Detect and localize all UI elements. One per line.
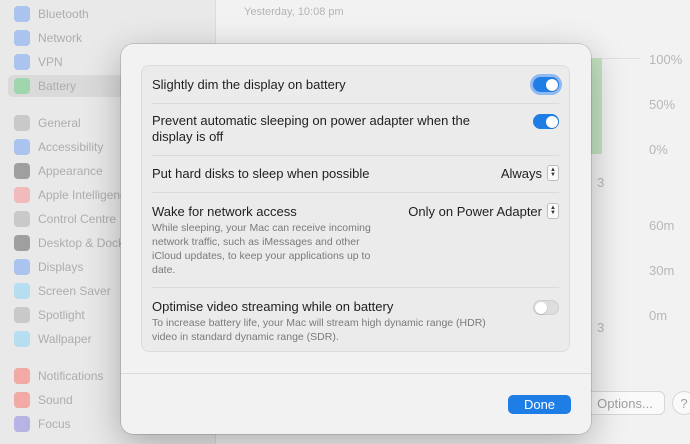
chevron-up-down-icon: ▲ ▼ [547, 165, 559, 181]
toggle-knob [545, 115, 558, 128]
footer-divider [121, 373, 591, 374]
video-streaming-label: Optimise video streaming while on batter… [152, 299, 394, 314]
hard-disks-label: Put hard disks to sleep when possible [152, 166, 370, 181]
divider [152, 155, 559, 156]
hard-disks-popup-value: Always [500, 165, 542, 181]
row-hard-disks: Put hard disks to sleep when possible Al… [152, 165, 559, 183]
settings-group: Slightly dim the display on battery Prev… [141, 65, 570, 352]
wake-network-popup[interactable]: Only on Power Adapter ▲ ▼ [408, 203, 559, 219]
divider [152, 287, 559, 288]
wake-network-popup-value: Only on Power Adapter [408, 203, 542, 219]
divider [152, 192, 559, 193]
prevent-sleep-label: Prevent automatic sleeping on power adap… [152, 113, 470, 144]
toggle-knob [545, 78, 558, 91]
toggle-knob [534, 301, 547, 314]
video-streaming-toggle[interactable] [533, 300, 559, 315]
video-streaming-description: To increase battery life, your Mac will … [152, 317, 486, 343]
chevron-up-down-icon: ▲ ▼ [547, 203, 559, 219]
prevent-sleep-toggle[interactable] [533, 114, 559, 129]
wake-network-label: Wake for network access [152, 204, 297, 219]
dim-display-toggle[interactable] [533, 77, 559, 92]
row-video-streaming: Optimise video streaming while on batter… [152, 298, 559, 346]
row-dim-display: Slightly dim the display on battery [152, 76, 559, 94]
divider [152, 103, 559, 104]
battery-options-dialog: Slightly dim the display on battery Prev… [121, 44, 591, 434]
hard-disks-popup[interactable]: Always ▲ ▼ [501, 165, 559, 181]
done-button[interactable]: Done [508, 395, 571, 414]
dim-display-label: Slightly dim the display on battery [152, 77, 346, 92]
row-wake-network: Wake for network access While sleeping, … [152, 203, 559, 279]
row-prevent-sleep: Prevent automatic sleeping on power adap… [152, 113, 559, 147]
wake-network-description: While sleeping, your Mac can receive inc… [152, 222, 371, 276]
